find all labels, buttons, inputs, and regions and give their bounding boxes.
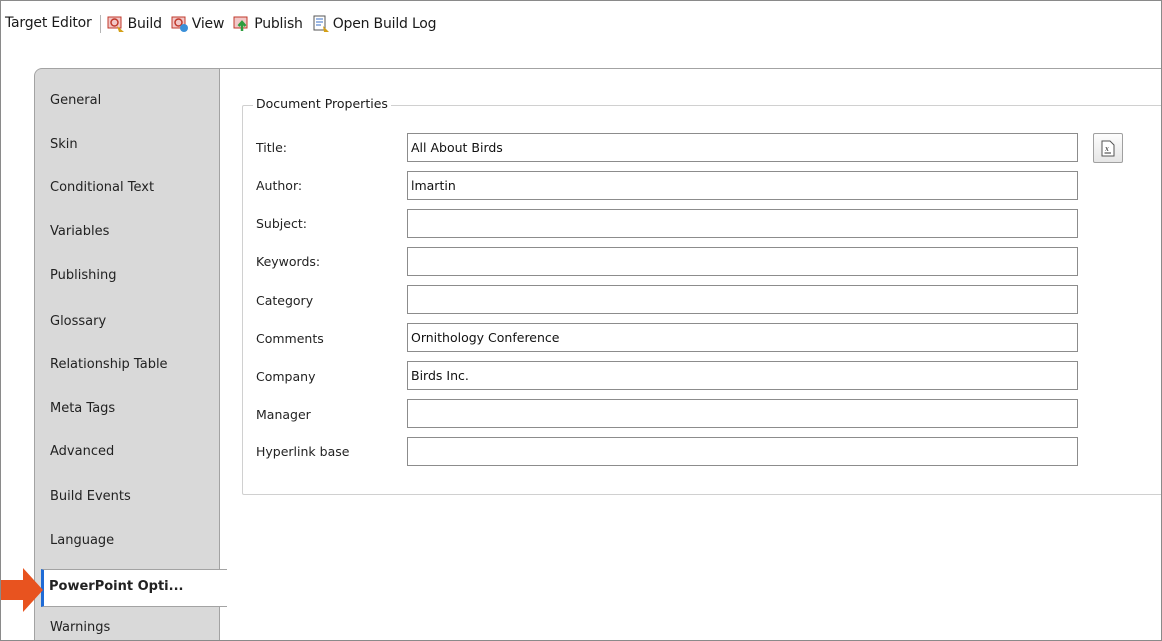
content-panel: Document Properties Title: x Author: Sub… [220,68,1161,640]
publish-label: Publish [254,16,303,32]
tab-language[interactable]: Language [50,533,114,553]
toolbar-separator [99,15,101,33]
tab-advanced[interactable]: Advanced [50,444,114,464]
view-label: View [191,16,225,32]
build-log-icon [312,15,330,33]
hyperlink-base-field[interactable] [407,437,1078,466]
insert-variable-button[interactable]: x [1093,133,1123,163]
tab-build-events[interactable]: Build Events [50,489,131,509]
svg-text:x: x [1105,145,1109,153]
subject-label: Subject: [256,216,307,231]
tab-glossary[interactable]: Glossary [50,314,106,334]
tab-warnings[interactable]: Warnings [50,620,110,640]
tab-column: General Skin Conditional Text Variables … [34,68,220,640]
open-build-log-button[interactable]: Open Build Log [312,15,437,33]
tab-variables[interactable]: Variables [50,224,109,244]
author-field[interactable] [407,171,1078,200]
editor-title: Target Editor [5,15,92,31]
tab-meta-tags[interactable]: Meta Tags [50,401,115,421]
build-label: Build [127,16,162,32]
keywords-field[interactable] [407,247,1078,276]
comments-field[interactable] [407,323,1078,352]
title-field[interactable] [407,133,1078,162]
pointer-arrow-icon [1,568,43,612]
company-field[interactable] [407,361,1078,390]
tab-skin[interactable]: Skin [50,137,78,157]
hyperlink-base-label: Hyperlink base [256,444,350,459]
target-editor-window: Target Editor Build View Publish Open Bu [0,0,1162,641]
title-label: Title: [256,140,287,155]
tab-general[interactable]: General [50,93,101,113]
group-title: Document Properties [253,96,391,111]
build-button[interactable]: Build [107,15,162,33]
manager-label: Manager [256,407,311,422]
document-icon: x [1101,140,1115,156]
keywords-label: Keywords: [256,254,321,269]
author-label: Author: [256,178,303,193]
publish-button[interactable]: Publish [233,15,303,33]
company-label: Company [256,369,316,384]
tab-relationship-table[interactable]: Relationship Table [50,357,168,377]
open-build-log-label: Open Build Log [332,16,437,32]
tab-powerpoint-options[interactable]: PowerPoint Opti... [41,569,227,607]
comments-label: Comments [256,331,324,346]
tab-conditional-text[interactable]: Conditional Text [50,180,154,200]
view-button[interactable]: View [171,15,224,33]
tab-publishing[interactable]: Publishing [50,268,116,288]
category-label: Category [256,293,314,308]
document-properties-group: Document Properties Title: x Author: Sub… [242,96,1161,495]
manager-field[interactable] [407,399,1078,428]
category-field[interactable] [407,285,1078,314]
publish-icon [233,15,251,33]
subject-field[interactable] [407,209,1078,238]
build-icon [107,15,125,33]
toolbar: Target Editor Build View Publish Open Bu [1,1,1161,48]
view-icon [171,15,189,33]
